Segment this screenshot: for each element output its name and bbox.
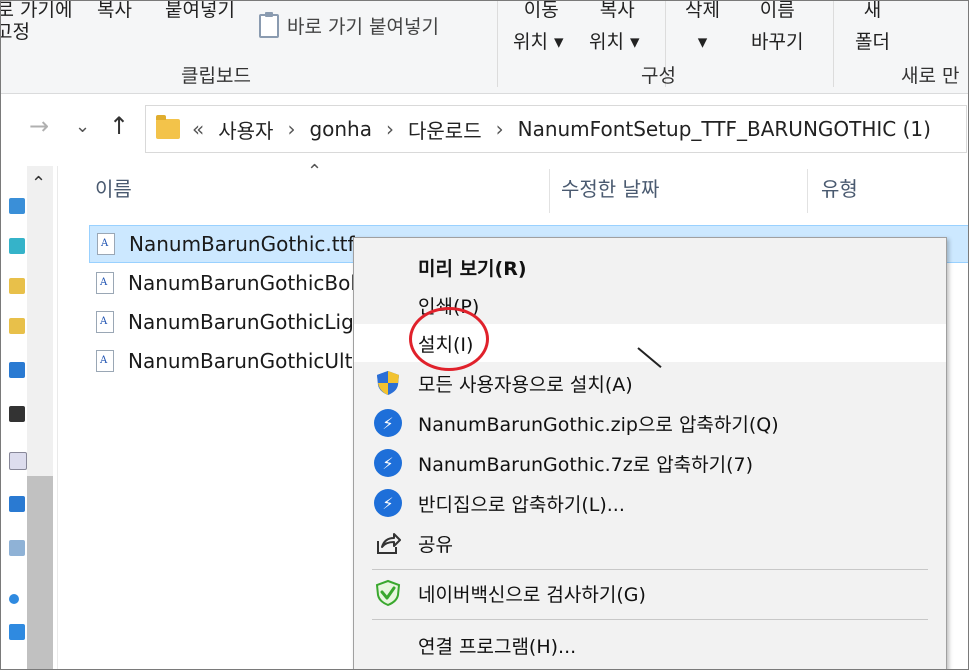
group-label-clipboard: 클립보드 bbox=[181, 65, 251, 87]
breadcrumb-gonha[interactable]: gonha bbox=[309, 117, 372, 141]
menu-item-label: 반디집으로 압축하기(L)... bbox=[418, 493, 625, 516]
scroll-up-chevron-icon[interactable]: ⌃ bbox=[31, 173, 46, 194]
move-to-button[interactable]: 이동 위치 ▾ bbox=[513, 0, 564, 53]
sort-ascending-caret-icon: ⌃ bbox=[307, 161, 323, 182]
column-header-name[interactable]: 이름 bbox=[95, 173, 132, 202]
move-label-line2: 위치 ▾ bbox=[513, 31, 564, 53]
new-folder-button[interactable]: 새 폴더 bbox=[855, 0, 890, 53]
3d-objects-icon[interactable] bbox=[9, 238, 25, 254]
menu-item-label: 연결 프로그램(H)... bbox=[418, 635, 577, 658]
delete-label-line1: 삭제 bbox=[685, 0, 720, 21]
folder-icon[interactable] bbox=[9, 278, 25, 294]
file-name: NanumBarunGothic.ttf bbox=[129, 232, 355, 256]
column-divider[interactable] bbox=[549, 169, 550, 213]
rename-label-line1: 이름 bbox=[759, 0, 795, 21]
copyto-label-line1: 복사 bbox=[599, 0, 635, 21]
navigation-pane-scrollbar[interactable] bbox=[27, 166, 53, 669]
menu-item-label: NanumBarunGothic.7z로 압축하기(7) bbox=[418, 453, 754, 476]
navigation-bar: → ⌄ ↑ « 사용자 › gonha › 다운로드 › NanumFontSe… bbox=[1, 94, 968, 164]
windows-icon[interactable] bbox=[9, 624, 25, 640]
address-bar[interactable]: « 사용자 › gonha › 다운로드 › NanumFontSetup_TT… bbox=[145, 105, 967, 153]
explorer-window: 바로 가기에 고정 복사 붙여넣기 바로 가기 붙여넣기 이동 위치 ▾ 복사 … bbox=[0, 0, 969, 670]
menu-item-label: 미리 보기(R) bbox=[418, 257, 527, 280]
bandizip-icon: ⚡ bbox=[374, 489, 402, 517]
rename-button[interactable]: 이름 바꾸기 bbox=[751, 0, 804, 53]
menu-item-label: 공유 bbox=[418, 533, 453, 556]
menu-item-compress-zip[interactable]: ⚡ NanumBarunGothic.zip으로 압축하기(Q) bbox=[354, 404, 946, 442]
desktop-icon[interactable] bbox=[9, 198, 25, 214]
group-label-organize: 구성 bbox=[641, 65, 676, 87]
move-label-line1: 이동 bbox=[523, 0, 559, 21]
music-icon[interactable] bbox=[9, 496, 25, 512]
ribbon-separator bbox=[833, 1, 834, 87]
menu-item-label: 모든 사용자용으로 설치(A) bbox=[418, 373, 633, 396]
font-file-icon bbox=[96, 272, 114, 294]
column-header-modified[interactable]: 수정한 날짜 bbox=[561, 173, 659, 202]
breadcrumb-chevron-icon[interactable]: › bbox=[386, 117, 394, 141]
breadcrumb-overflow[interactable]: « bbox=[192, 117, 204, 141]
column-header-type[interactable]: 유형 bbox=[821, 173, 858, 202]
forward-arrow-icon[interactable]: → bbox=[29, 112, 49, 140]
delete-label-line2: ▾ bbox=[697, 31, 708, 53]
group-label-new: 새로 만 bbox=[901, 65, 960, 87]
pin-to-quick-access-button[interactable]: 바로 가기에 고정 bbox=[1, 0, 73, 43]
naver-vaccine-icon bbox=[375, 579, 401, 607]
paste-button[interactable]: 붙여넣기 bbox=[165, 1, 235, 21]
onedrive-icon[interactable] bbox=[9, 594, 19, 604]
font-file-icon bbox=[96, 350, 114, 372]
pictures-icon[interactable] bbox=[9, 540, 25, 556]
recent-locations-chevron-icon[interactable]: ⌄ bbox=[75, 116, 90, 137]
menu-item-share[interactable]: 공유 bbox=[354, 524, 946, 562]
menu-item-naver-vaccine-scan[interactable]: 네이버백신으로 검사하기(G) bbox=[354, 574, 946, 612]
uac-shield-icon bbox=[377, 371, 399, 395]
download-arrow-icon[interactable] bbox=[9, 362, 25, 378]
breadcrumb-downloads[interactable]: 다운로드 bbox=[408, 115, 482, 144]
scrollbar-thumb[interactable] bbox=[27, 476, 53, 669]
up-arrow-icon[interactable]: ↑ bbox=[109, 112, 129, 140]
pin-label-line2: 고정 bbox=[1, 21, 30, 43]
highlight-circle bbox=[409, 307, 489, 371]
newfolder-label-line1: 새 bbox=[863, 0, 882, 21]
font-file-icon bbox=[97, 233, 115, 255]
copyto-label-line2: 위치 ▾ bbox=[589, 31, 640, 53]
ribbon-separator bbox=[497, 1, 498, 87]
menu-item-open-with[interactable]: 연결 프로그램(H)... bbox=[354, 626, 946, 664]
breadcrumb-current-folder[interactable]: NanumFontSetup_TTF_BARUNGOTHIC (1) bbox=[518, 117, 931, 141]
context-menu: 미리 보기(R) 인쇄(P) 설치(I) 모든 사용자용으로 설치(A) ⚡ N… bbox=[353, 237, 947, 669]
menu-separator bbox=[372, 619, 928, 620]
menu-item-preview[interactable]: 미리 보기(R) bbox=[354, 248, 946, 286]
menu-item-label: 네이버백신으로 검사하기(G) bbox=[418, 583, 646, 606]
breadcrumb-users[interactable]: 사용자 bbox=[218, 115, 273, 144]
ribbon: 바로 가기에 고정 복사 붙여넣기 바로 가기 붙여넣기 이동 위치 ▾ 복사 … bbox=[1, 0, 968, 94]
rename-label-line2: 바꾸기 bbox=[751, 31, 804, 53]
videos-icon[interactable] bbox=[9, 406, 25, 422]
pin-label-line1: 바로 가기에 bbox=[1, 0, 73, 21]
bandizip-icon: ⚡ bbox=[374, 449, 402, 477]
bandizip-icon: ⚡ bbox=[374, 409, 402, 437]
menu-separator bbox=[372, 569, 928, 570]
delete-button[interactable]: 삭제 ▾ bbox=[685, 0, 720, 53]
share-icon bbox=[377, 533, 401, 554]
column-divider[interactable] bbox=[807, 169, 808, 213]
copy-button[interactable]: 복사 bbox=[97, 1, 132, 21]
menu-item-compress-7z[interactable]: ⚡ NanumBarunGothic.7z로 압축하기(7) bbox=[354, 444, 946, 482]
folder-icon bbox=[156, 115, 180, 139]
font-file-icon bbox=[96, 311, 114, 333]
newfolder-label-line2: 폴더 bbox=[855, 31, 890, 53]
breadcrumb-chevron-icon[interactable]: › bbox=[496, 117, 504, 141]
clipboard-icon bbox=[259, 11, 279, 38]
paste-shortcut-button[interactable]: 바로 가기 붙여넣기 bbox=[259, 11, 439, 39]
breadcrumb-chevron-icon[interactable]: › bbox=[287, 117, 295, 141]
documents-icon[interactable] bbox=[9, 452, 27, 470]
menu-item-label: NanumBarunGothic.zip으로 압축하기(Q) bbox=[418, 413, 779, 436]
copy-to-button[interactable]: 복사 위치 ▾ bbox=[589, 0, 640, 53]
menu-item-compress-bandizip[interactable]: ⚡ 반디집으로 압축하기(L)... bbox=[354, 484, 946, 522]
folder-icon[interactable] bbox=[9, 318, 25, 334]
paste-shortcut-label: 바로 가기 붙여넣기 bbox=[287, 16, 439, 38]
